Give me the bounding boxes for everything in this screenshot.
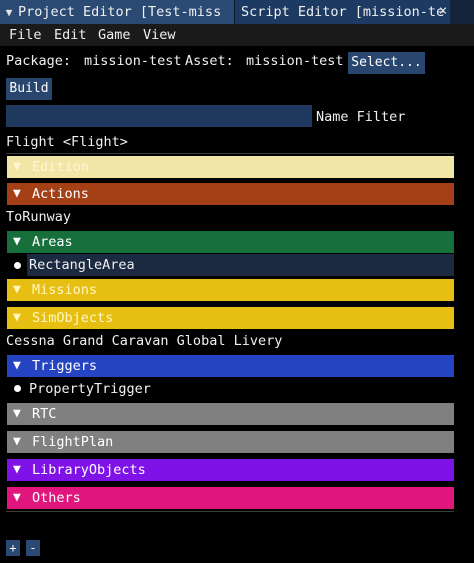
collapse-arrow-icon: ▼ — [13, 186, 21, 201]
menu-bar: File Edit Game View — [0, 24, 474, 46]
tab-bar: ▼ Project Editor [Test-miss Script Editor… — [0, 0, 474, 24]
section-libraryobjects[interactable]: ▼ LibraryObjects — [7, 459, 454, 481]
package-label: Package: — [6, 53, 72, 69]
collapse-arrow-icon: ▼ — [13, 234, 21, 249]
collapse-arrow-icon: ▼ — [13, 462, 21, 477]
section-actions[interactable]: ▼ Actions — [7, 183, 454, 205]
list-item-property-trigger[interactable]: PropertyTrigger — [29, 378, 151, 400]
menu-edit[interactable]: Edit — [54, 26, 87, 44]
bullet-icon — [14, 385, 21, 392]
section-flightplan[interactable]: ▼ FlightPlan — [7, 431, 454, 453]
separator — [6, 153, 454, 154]
tab-script-editor[interactable]: Script Editor [mission-te × — [235, 0, 450, 24]
collapse-triangle-icon[interactable]: ▼ — [0, 1, 18, 24]
list-item-cessna[interactable]: Cessna Grand Caravan Global Livery — [6, 330, 282, 352]
list-item-to-runway[interactable]: ToRunway — [6, 206, 71, 228]
package-value: mission-test — [84, 53, 182, 69]
section-simobjects[interactable]: ▼ SimObjects — [7, 307, 454, 329]
collapse-arrow-icon: ▼ — [13, 434, 21, 449]
menu-file[interactable]: File — [9, 26, 42, 44]
collapse-arrow-icon: ▼ — [13, 159, 21, 174]
flight-label: Flight <Flight> — [6, 134, 128, 150]
collapse-arrow-icon: ▼ — [13, 358, 21, 373]
collapse-arrow-icon: ▼ — [13, 406, 21, 421]
close-icon[interactable]: × — [436, 2, 450, 20]
section-edition[interactable]: ▼ Edition — [7, 156, 454, 178]
separator — [6, 511, 454, 512]
section-triggers[interactable]: ▼ Triggers — [7, 355, 454, 377]
section-rtc[interactable]: ▼ RTC — [7, 403, 454, 425]
scrollbar[interactable] — [456, 148, 462, 510]
tab-project-editor[interactable]: ▼ Project Editor [Test-miss — [0, 0, 234, 24]
name-filter-label: Name Filter — [316, 109, 406, 125]
remove-button[interactable]: - — [26, 540, 40, 556]
menu-view[interactable]: View — [143, 26, 176, 44]
build-button[interactable]: Build — [6, 78, 52, 100]
list-item-rectangle-area[interactable]: RectangleArea — [27, 254, 454, 276]
menu-game[interactable]: Game — [98, 26, 131, 44]
section-missions[interactable]: ▼ Missions — [7, 279, 454, 301]
asset-value: mission-test — [246, 53, 344, 69]
asset-label: Asset: — [185, 53, 234, 69]
collapse-arrow-icon: ▼ — [13, 490, 21, 505]
add-button[interactable]: + — [6, 540, 20, 556]
select-button[interactable]: Select... — [348, 52, 425, 74]
bullet-icon — [14, 262, 21, 269]
section-areas[interactable]: ▼ Areas — [7, 231, 454, 253]
section-others[interactable]: ▼ Others — [7, 487, 454, 509]
tab-bar-empty — [450, 0, 474, 24]
collapse-arrow-icon: ▼ — [13, 282, 21, 297]
name-filter-input[interactable] — [6, 105, 312, 127]
collapse-arrow-icon: ▼ — [13, 310, 21, 325]
